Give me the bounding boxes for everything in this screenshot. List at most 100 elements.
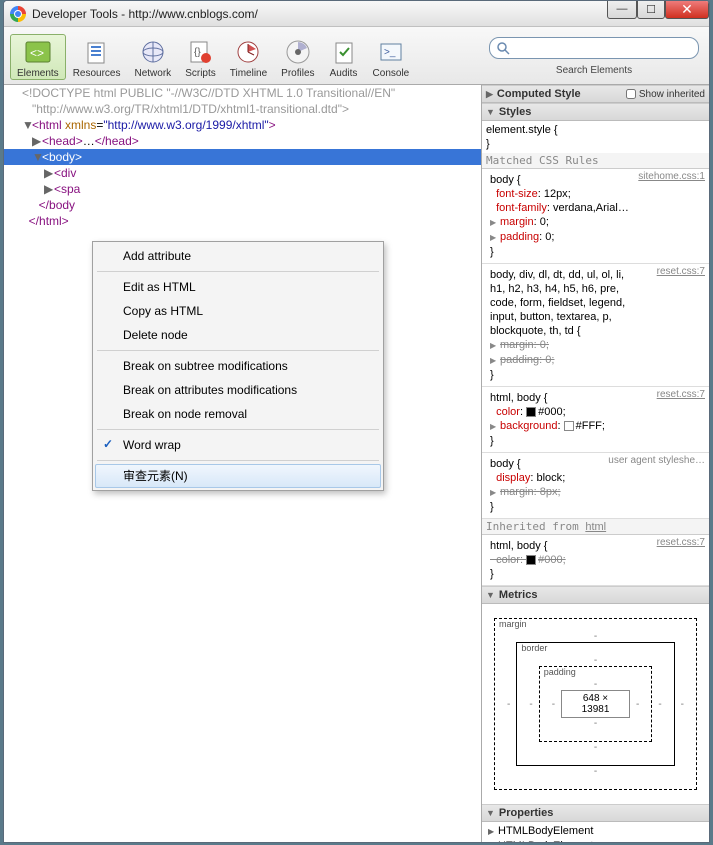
cm-break-subtree[interactable]: Break on subtree modifications (95, 354, 381, 378)
css-rule[interactable]: reset.css:7 html, body { color: #000; } (482, 535, 709, 586)
tab-network[interactable]: Network (128, 34, 179, 80)
computed-style-header[interactable]: ▶ Computed Style Show inherited (482, 85, 709, 103)
cm-sep (97, 429, 379, 430)
cm-sep (97, 460, 379, 461)
rule-source: user agent styleshe… (608, 455, 705, 466)
inherited-header: Inherited from html (482, 519, 709, 535)
cm-add-attribute[interactable]: Add attribute (95, 244, 381, 268)
timeline-icon (233, 37, 263, 67)
html-close[interactable]: </html> (4, 213, 481, 229)
rule-source[interactable]: reset.css:7 (657, 266, 705, 277)
network-icon (138, 37, 168, 67)
computed-title: Computed Style (497, 88, 581, 100)
context-menu: Add attribute Edit as HTML Copy as HTML … (92, 241, 384, 491)
maximize-button[interactable]: ☐ (637, 0, 665, 19)
rule-source[interactable]: reset.css:7 (657, 537, 705, 548)
metrics-title: Metrics (499, 589, 538, 601)
css-rule[interactable]: user agent styleshe… body { display: blo… (482, 453, 709, 519)
profiles-icon (283, 37, 313, 67)
tab-audits[interactable]: Audits (322, 34, 366, 80)
doctype-line2[interactable]: "http://www.w3.org/TR/xhtml1/DTD/xhtml1-… (4, 101, 481, 117)
tab-console[interactable]: >_ Console (366, 34, 417, 80)
expand-arrow-icon: ▼ (486, 590, 495, 600)
tab-audits-label: Audits (330, 68, 358, 79)
chrome-icon (10, 6, 26, 22)
tab-resources-label: Resources (73, 68, 121, 79)
div-node[interactable]: ▶<div (4, 165, 481, 181)
search-input[interactable] (489, 37, 699, 59)
expand-arrow-icon: ▶ (486, 89, 493, 100)
expand-arrow-icon: ▼ (486, 808, 495, 818)
doctype-line[interactable]: <!DOCTYPE html PUBLIC "-//W3C//DTD XHTML… (4, 85, 481, 101)
window-buttons: — ☐ ✕ (607, 0, 709, 19)
css-rule[interactable]: reset.css:7 html, body { color: #000; ▶b… (482, 387, 709, 453)
tab-timeline[interactable]: Timeline (223, 34, 274, 80)
audits-icon (329, 37, 359, 67)
tab-network-label: Network (135, 68, 172, 79)
check-icon: ✓ (103, 436, 113, 452)
properties-title: Properties (499, 807, 553, 819)
tab-profiles-label: Profiles (281, 68, 314, 79)
search-icon (496, 41, 510, 55)
cm-sep (97, 350, 379, 351)
styles-title: Styles (499, 106, 531, 118)
cm-copy-html[interactable]: Copy as HTML (95, 299, 381, 323)
color-swatch[interactable] (564, 421, 574, 431)
toolbar: <> Elements Resources Network {} Scripts (4, 27, 709, 85)
head-node[interactable]: ▶<head>…</head> (4, 133, 481, 149)
matched-rules-header: Matched CSS Rules (482, 153, 709, 169)
devtools-window: Developer Tools - http://www.cnblogs.com… (3, 0, 710, 843)
metrics-header[interactable]: ▼ Metrics (482, 586, 709, 604)
svg-text:{}: {} (194, 47, 201, 58)
span-node[interactable]: ▶<spa (4, 181, 481, 197)
tab-scripts[interactable]: {} Scripts (178, 34, 223, 80)
element-style-rule[interactable]: element.style { } (482, 121, 709, 153)
titlebar: Developer Tools - http://www.cnblogs.com… (4, 1, 709, 27)
close-button[interactable]: ✕ (665, 0, 709, 19)
cm-break-removal[interactable]: Break on node removal (95, 402, 381, 426)
body-close[interactable]: </body (4, 197, 481, 213)
cm-edit-html[interactable]: Edit as HTML (95, 275, 381, 299)
minimize-button[interactable]: — (607, 0, 637, 19)
rule-source[interactable]: reset.css:7 (657, 389, 705, 400)
elements-icon: <> (23, 37, 53, 67)
expand-arrow-icon: ▼ (486, 107, 495, 117)
scripts-icon: {} (185, 37, 215, 67)
show-inherited[interactable]: Show inherited (626, 89, 705, 100)
cm-delete-node[interactable]: Delete node (95, 323, 381, 347)
html-open[interactable]: ▼<html xmlns="http://www.w3.org/1999/xht… (4, 117, 481, 133)
console-icon: >_ (376, 37, 406, 67)
css-rule[interactable]: reset.css:7 body, div, dl, dt, dd, ul, o… (482, 264, 709, 387)
cm-break-attr[interactable]: Break on attributes modifications (95, 378, 381, 402)
tab-resources[interactable]: Resources (66, 34, 128, 80)
properties-header[interactable]: ▼ Properties (482, 804, 709, 822)
cm-word-wrap[interactable]: ✓Word wrap (95, 433, 381, 457)
elements-panel[interactable]: <!DOCTYPE html PUBLIC "-//W3C//DTD XHTML… (4, 85, 481, 842)
color-swatch[interactable] (526, 555, 536, 565)
cm-inspect[interactable]: 审查元素(N) (95, 464, 381, 488)
search-label: Search Elements (556, 65, 632, 76)
body-node-selected[interactable]: ▼<body> (4, 149, 481, 165)
resources-icon (82, 37, 112, 67)
rule-source[interactable]: sitehome.css:1 (638, 171, 705, 182)
svg-text:>_: >_ (384, 47, 396, 58)
tab-console-label: Console (373, 68, 410, 79)
tab-scripts-label: Scripts (185, 68, 216, 79)
tab-profiles[interactable]: Profiles (274, 34, 321, 80)
svg-text:<>: <> (30, 46, 44, 60)
tab-elements-label: Elements (17, 68, 59, 79)
styles-header[interactable]: ▼ Styles (482, 103, 709, 121)
main-area: <!DOCTYPE html PUBLIC "-//W3C//DTD XHTML… (4, 85, 709, 842)
properties-body[interactable]: ▶HTMLBodyElement ▶HTMLBodyElement (482, 822, 709, 842)
tab-timeline-label: Timeline (230, 68, 267, 79)
color-swatch[interactable] (526, 407, 536, 417)
show-inherited-checkbox[interactable] (626, 89, 636, 99)
box-dimensions: 648 × 13981 (561, 690, 630, 718)
search-wrap: Search Elements (489, 37, 699, 76)
window-title: Developer Tools - http://www.cnblogs.com… (32, 7, 703, 21)
cm-sep (97, 271, 379, 272)
css-rule[interactable]: sitehome.css:1 body { font-size: 12px; f… (482, 169, 709, 264)
styles-sidebar: ▶ Computed Style Show inherited ▼ Styles… (481, 85, 709, 842)
metrics-diagram[interactable]: margin - - border - - padding - (482, 604, 709, 804)
tab-elements[interactable]: <> Elements (10, 34, 66, 80)
